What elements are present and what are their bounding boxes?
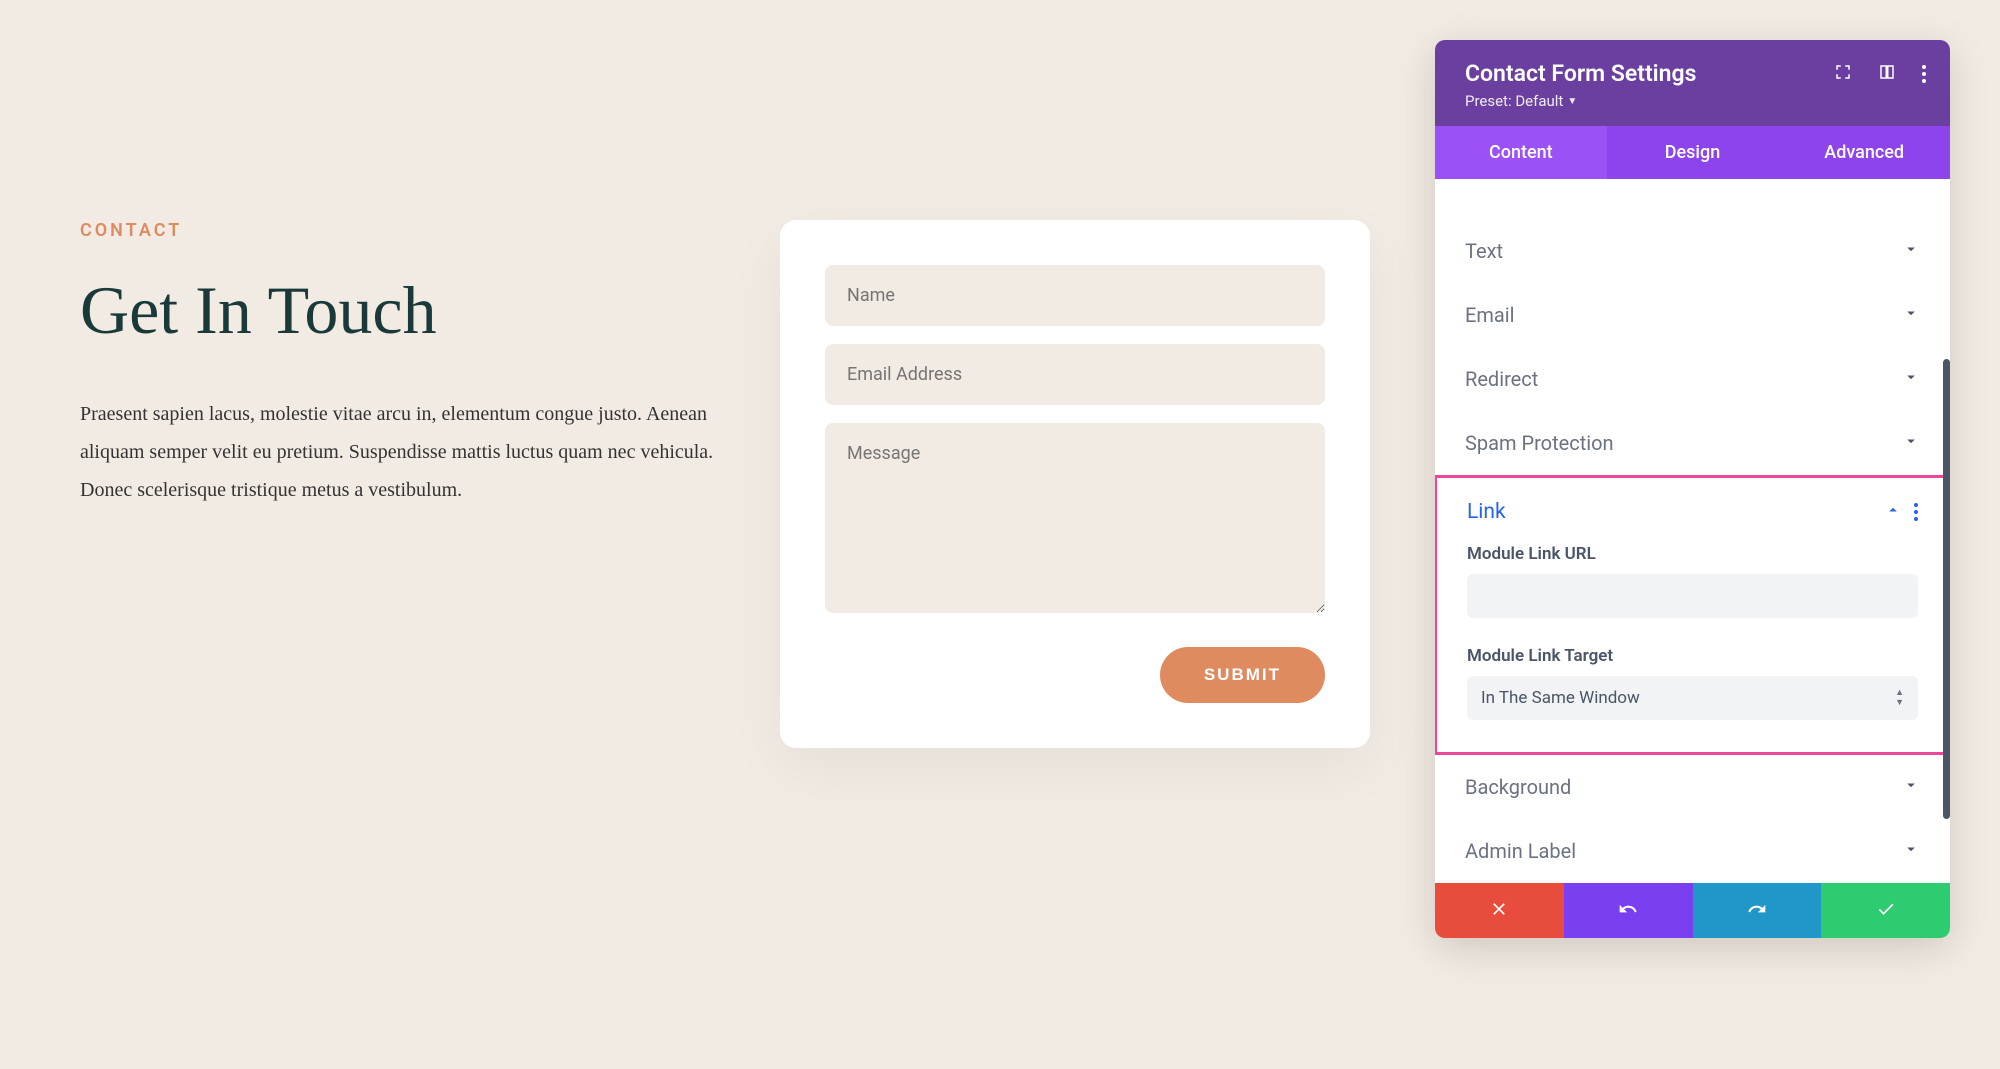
module-link-target-select[interactable]: In The Same Window ▲▼ <box>1467 676 1918 720</box>
module-link-url-input[interactable] <box>1467 574 1918 618</box>
name-field[interactable] <box>825 265 1325 326</box>
section-email-label: Email <box>1465 303 1515 327</box>
module-link-url-label: Module Link URL <box>1467 544 1918 564</box>
section-link-label: Link <box>1467 500 1506 524</box>
chevron-down-icon <box>1902 304 1920 326</box>
check-icon <box>1876 899 1896 923</box>
module-link-target-value: In The Same Window <box>1481 688 1640 708</box>
module-link-target-label: Module Link Target <box>1467 646 1918 666</box>
chevron-down-icon <box>1902 240 1920 262</box>
submit-button[interactable]: SUBMIT <box>1160 647 1325 703</box>
more-icon[interactable] <box>1914 503 1918 521</box>
undo-button[interactable] <box>1564 883 1693 938</box>
section-background-label: Background <box>1465 775 1571 799</box>
close-icon <box>1489 899 1509 923</box>
more-icon[interactable] <box>1922 65 1926 83</box>
section-link-header[interactable]: Link <box>1437 478 1948 536</box>
chevron-down-icon <box>1902 840 1920 862</box>
contact-eyebrow: CONTACT <box>80 220 720 241</box>
scrollbar[interactable] <box>1943 359 1950 819</box>
page-body-text: Praesent sapien lacus, molestie vitae ar… <box>80 395 720 509</box>
preset-selector[interactable]: Preset: Default ▼ <box>1465 92 1577 110</box>
section-background[interactable]: Background <box>1435 755 1950 819</box>
settings-panel: Contact Form Settings Preset: Default ▼ … <box>1435 40 1950 938</box>
section-text[interactable]: Text <box>1435 219 1950 283</box>
panel-title-text: Contact Form Settings <box>1465 60 1696 87</box>
expand-icon[interactable] <box>1834 60 1852 87</box>
section-text-label: Text <box>1465 239 1503 263</box>
section-email[interactable]: Email <box>1435 283 1950 347</box>
redo-icon <box>1747 899 1767 923</box>
cancel-button[interactable] <box>1435 883 1564 938</box>
section-admin[interactable]: Admin Label <box>1435 819 1950 883</box>
section-link: Link Module Link URL Module Link Target … <box>1435 475 1950 755</box>
message-field[interactable] <box>825 423 1325 613</box>
tab-content[interactable]: Content <box>1435 126 1607 179</box>
save-button[interactable] <box>1821 883 1950 938</box>
tab-design[interactable]: Design <box>1607 126 1779 179</box>
tab-advanced[interactable]: Advanced <box>1778 126 1950 179</box>
chevron-down-icon: ▼ <box>1567 96 1577 107</box>
contact-form-card: SUBMIT <box>780 220 1370 748</box>
section-redirect[interactable]: Redirect <box>1435 347 1950 411</box>
select-arrows-icon: ▲▼ <box>1895 689 1904 708</box>
redo-button[interactable] <box>1693 883 1822 938</box>
chevron-down-icon <box>1902 432 1920 454</box>
page-title: Get In Touch <box>80 271 720 350</box>
section-spam-label: Spam Protection <box>1465 431 1614 455</box>
chevron-up-icon <box>1884 501 1902 523</box>
email-field[interactable] <box>825 344 1325 405</box>
section-redirect-label: Redirect <box>1465 367 1538 391</box>
columns-icon[interactable] <box>1878 60 1896 87</box>
undo-icon <box>1618 899 1638 923</box>
section-spam[interactable]: Spam Protection <box>1435 411 1950 475</box>
chevron-down-icon <box>1902 776 1920 798</box>
panel-header: Contact Form Settings Preset: Default ▼ <box>1435 40 1950 126</box>
chevron-down-icon <box>1902 368 1920 390</box>
section-admin-label: Admin Label <box>1465 839 1576 863</box>
